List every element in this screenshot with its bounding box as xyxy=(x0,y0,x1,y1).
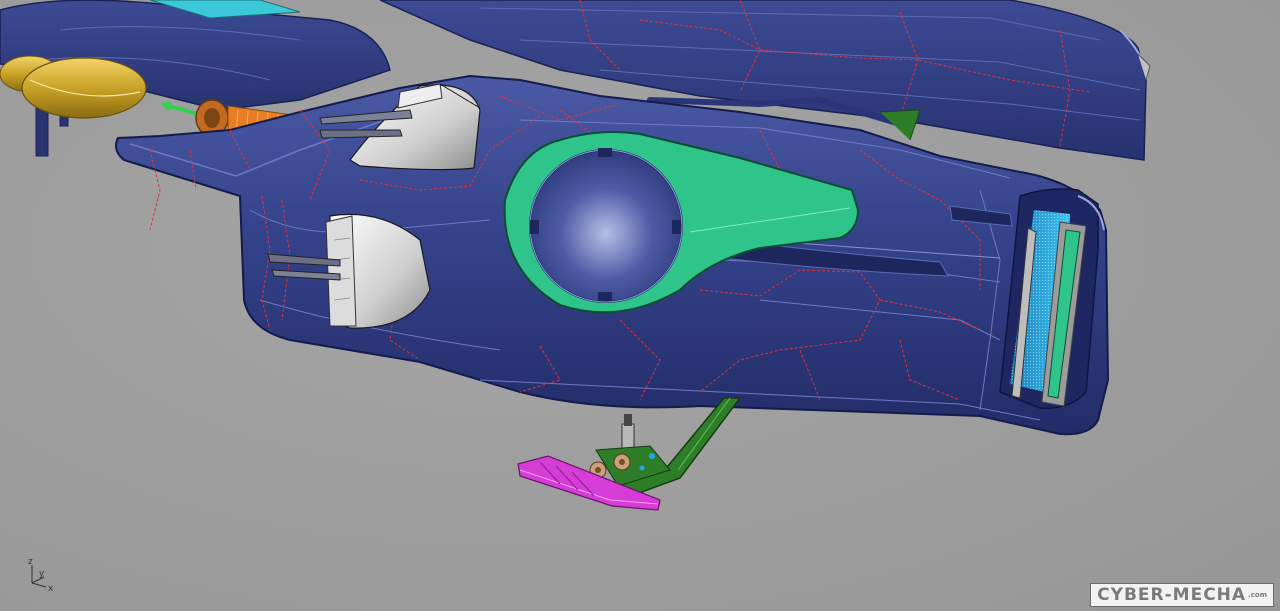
cad-viewport[interactable]: z y x CYBER-MECHA .com xyxy=(0,0,1280,611)
y-axis-label: y xyxy=(39,569,45,579)
axis-orientation-widget: z y x xyxy=(22,557,66,593)
hatch-disc xyxy=(529,148,683,303)
x-axis-label: x xyxy=(48,584,54,593)
watermark-text: CYBER-MECHA xyxy=(1097,585,1247,605)
x-axis-line xyxy=(31,582,47,588)
watermark-suffix: .com xyxy=(1248,591,1267,599)
site-watermark: CYBER-MECHA .com xyxy=(1090,583,1274,607)
z-axis-label: z xyxy=(28,557,33,567)
mecha-model-render xyxy=(0,0,1151,511)
gold-engine-pod xyxy=(0,55,147,119)
